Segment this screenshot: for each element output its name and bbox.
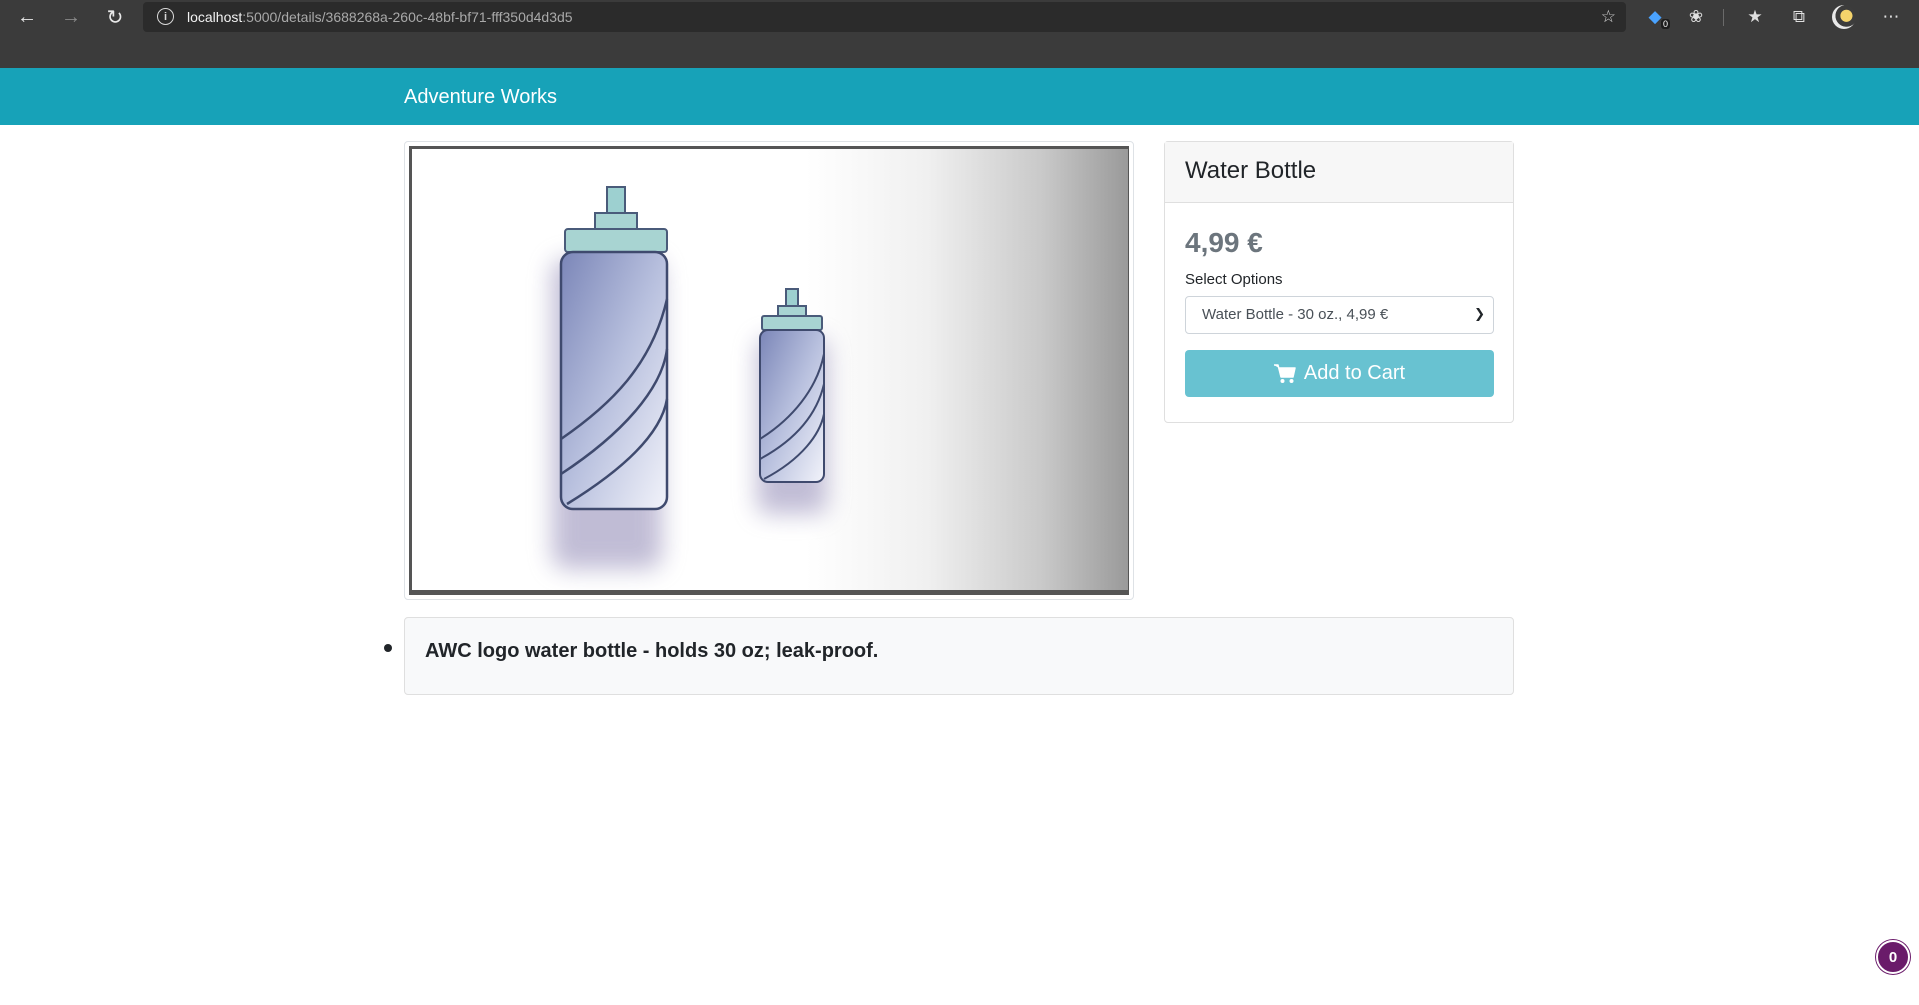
- app-navbar: Adventure Works: [0, 68, 1919, 125]
- url-path: :5000/details/3688268a-260c-48bf-bf71-ff…: [242, 9, 573, 25]
- extension-bug-icon[interactable]: ❀: [1683, 4, 1709, 30]
- url-text[interactable]: localhost:5000/details/3688268a-260c-48b…: [187, 9, 573, 25]
- chevron-down-icon: ❯: [1474, 306, 1485, 321]
- list-bullet: [384, 644, 392, 652]
- back-arrow-icon[interactable]: ←: [14, 4, 40, 30]
- brand-link[interactable]: Adventure Works: [404, 86, 557, 109]
- favorite-star-icon[interactable]: ☆: [1601, 7, 1616, 27]
- product-price: 4,99 €: [1185, 227, 1263, 258]
- floating-count-badge[interactable]: 0: [1876, 940, 1910, 974]
- browser-toolbar: ← → ↻ i localhost:5000/details/3688268a-…: [0, 0, 1919, 34]
- options-select-value: Water Bottle - 30 oz., 4,99 €: [1202, 306, 1389, 323]
- collections-icon[interactable]: ⧉: [1786, 4, 1812, 30]
- cart-icon: [1273, 363, 1296, 383]
- product-title: Water Bottle: [1165, 142, 1513, 203]
- product-card-body: 4,99 € Select Options Water Bottle - 30 …: [1165, 203, 1513, 417]
- add-to-cart-label: Add to Cart: [1303, 362, 1406, 384]
- water-bottle-image: [409, 146, 1129, 595]
- add-to-cart-button[interactable]: Add to Cart: [1185, 350, 1494, 397]
- product-image-frame: [404, 141, 1134, 600]
- select-options-label: Select Options: [1185, 271, 1283, 288]
- url-host: localhost: [187, 9, 243, 25]
- toolbar-divider: [1723, 9, 1724, 26]
- more-icon[interactable]: ⋯: [1878, 4, 1904, 30]
- info-icon[interactable]: i: [157, 8, 174, 25]
- address-bar[interactable]: i localhost:5000/details/3688268a-260c-4…: [143, 2, 1626, 32]
- extension-icon[interactable]: ◆ 0: [1642, 4, 1670, 30]
- profile-avatar[interactable]: [1832, 5, 1856, 29]
- refresh-icon[interactable]: ↻: [102, 4, 128, 30]
- favorites-icon[interactable]: ★: [1742, 4, 1768, 30]
- product-description: AWC logo water bottle - holds 30 oz; lea…: [404, 617, 1514, 695]
- product-card: Water Bottle 4,99 € Select Options Water…: [1164, 141, 1514, 423]
- forward-arrow-icon[interactable]: →: [58, 4, 84, 30]
- browser-window-frame: ← → ↻ i localhost:5000/details/3688268a-…: [0, 0, 1919, 68]
- water-bottles-illustration: [552, 186, 827, 569]
- extension-badge: 0: [1660, 19, 1670, 29]
- options-select[interactable]: Water Bottle - 30 oz., 4,99 € ❯: [1185, 296, 1494, 334]
